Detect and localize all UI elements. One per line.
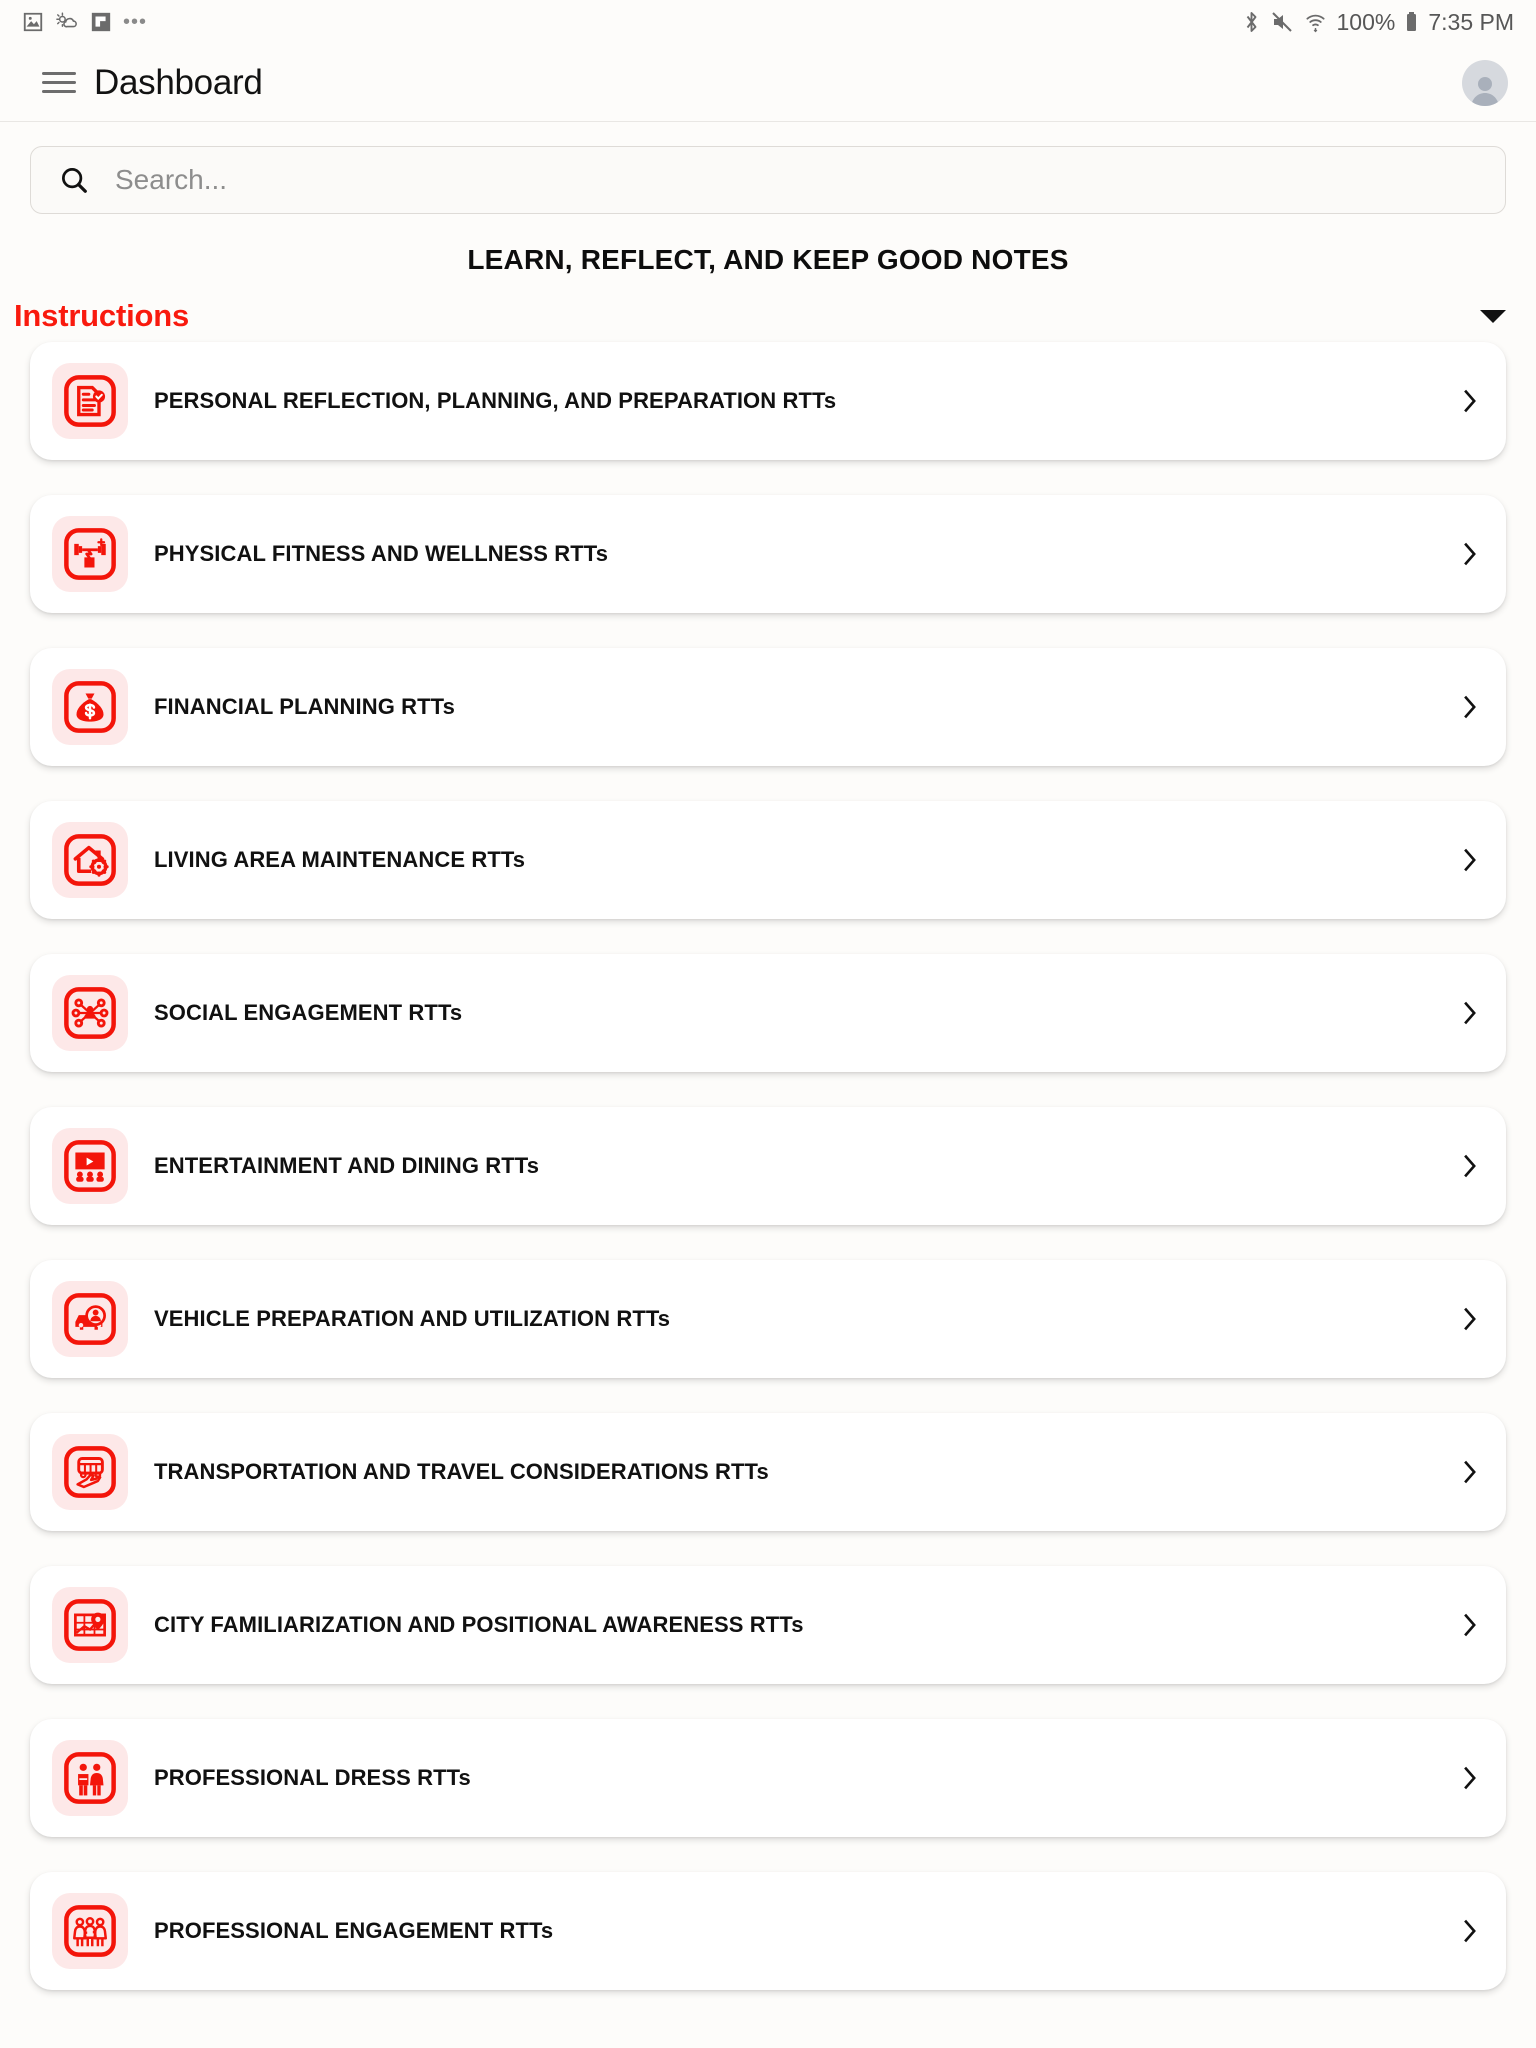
hamburger-menu-icon[interactable] (42, 72, 76, 93)
search-icon (62, 168, 87, 193)
list-item-label: ENTERTAINMENT AND DINING RTTs (154, 1153, 540, 1178)
list-item[interactable]: PERSONAL REFLECTION, PLANNING, AND PREPA… (30, 342, 1506, 460)
list-item-label: LIVING AREA MAINTENANCE RTTs (154, 847, 526, 872)
weather-partly-cloudy-icon (56, 12, 77, 28)
icon-container (52, 1434, 128, 1510)
chevron-right-icon[interactable] (1458, 1765, 1480, 1791)
status-bar-left-icons: ••• (22, 11, 147, 33)
icon-container (52, 822, 128, 898)
bus-plane-icon (64, 1446, 116, 1498)
document-check-icon (64, 375, 116, 427)
overflow-dots-icon: ••• (123, 11, 148, 33)
list-item-label: FINANCIAL PLANNING RTTs (154, 694, 455, 719)
chevron-right-icon[interactable] (1458, 1306, 1480, 1332)
chevron-down-icon[interactable] (1480, 309, 1506, 323)
bluetooth-icon (1246, 12, 1256, 32)
list-item-label: CITY FAMILIARIZATION AND POSITIONAL AWAR… (154, 1612, 804, 1637)
instructions-list: PERSONAL REFLECTION, PLANNING, AND PREPA… (0, 334, 1536, 1990)
icon-container (52, 975, 128, 1051)
list-item-label: VEHICLE PREPARATION AND UTILIZATION RTTs (154, 1306, 671, 1331)
search-section: Search... (0, 122, 1536, 214)
list-item-label: PROFESSIONAL ENGAGEMENT RTTs (154, 1918, 554, 1943)
money-bag-icon (64, 681, 116, 733)
wifi-icon (1305, 14, 1325, 33)
list-item[interactable]: LIVING AREA MAINTENANCE RTTs (30, 801, 1506, 919)
list-item[interactable]: SOCIAL ENGAGEMENT RTTs (30, 954, 1506, 1072)
search-input[interactable]: Search... (30, 146, 1506, 214)
chevron-right-icon[interactable] (1458, 388, 1480, 414)
list-item[interactable]: PROFESSIONAL ENGAGEMENT RTTs (30, 1872, 1506, 1990)
app-bar: Dashboard (0, 44, 1536, 122)
house-gear-icon (64, 834, 116, 886)
map-pin-icon (64, 1599, 116, 1651)
image-icon (23, 12, 43, 32)
list-item-label: PROFESSIONAL DRESS RTTs (154, 1765, 471, 1790)
battery-icon (1407, 12, 1417, 31)
chevron-right-icon[interactable] (1458, 694, 1480, 720)
icon-container (52, 1128, 128, 1204)
chevron-right-icon[interactable] (1458, 1153, 1480, 1179)
icon-container (52, 1587, 128, 1663)
list-item-label: TRANSPORTATION AND TRAVEL CONSIDERATIONS… (154, 1459, 769, 1484)
dumbbell-fitness-icon (64, 528, 116, 580)
chevron-right-icon[interactable] (1458, 1459, 1480, 1485)
car-driver-icon (64, 1293, 116, 1345)
list-item[interactable]: FINANCIAL PLANNING RTTs (30, 648, 1506, 766)
chevron-right-icon[interactable] (1458, 1918, 1480, 1944)
icon-container (52, 1281, 128, 1357)
icon-container (52, 1740, 128, 1816)
headline-text: LEARN, REFLECT, AND KEEP GOOD NOTES (467, 244, 1069, 275)
list-item-label: PERSONAL REFLECTION, PLANNING, AND PREPA… (154, 388, 837, 413)
social-network-icon (64, 987, 116, 1039)
chevron-right-icon[interactable] (1458, 1612, 1480, 1638)
list-item-label: PHYSICAL FITNESS AND WELLNESS RTTs (154, 541, 609, 566)
icon-container (52, 363, 128, 439)
list-item[interactable]: TRANSPORTATION AND TRAVEL CONSIDERATIONS… (30, 1413, 1506, 1531)
user-avatar-icon (1471, 76, 1499, 106)
instructions-section-header[interactable]: Instructions (0, 298, 1536, 334)
icon-container (52, 516, 128, 592)
list-item[interactable]: VEHICLE PREPARATION AND UTILIZATION RTTs (30, 1260, 1506, 1378)
list-item[interactable]: CITY FAMILIARIZATION AND POSITIONAL AWAR… (30, 1566, 1506, 1684)
clock-label: 7:35 PM (1428, 8, 1514, 35)
list-item[interactable]: PROFESSIONAL DRESS RTTs (30, 1719, 1506, 1837)
two-people-icon (64, 1752, 116, 1804)
page-title: Dashboard (94, 62, 263, 102)
chevron-right-icon[interactable] (1458, 541, 1480, 567)
battery-percent-label: 100% (1336, 8, 1396, 35)
list-item[interactable]: PHYSICAL FITNESS AND WELLNESS RTTs (30, 495, 1506, 613)
status-bar-right-icons: 100% 7:35 PM (1243, 9, 1514, 36)
three-people-icon (64, 1905, 116, 1957)
chevron-right-icon[interactable] (1458, 1000, 1480, 1026)
list-item-label: SOCIAL ENGAGEMENT RTTs (154, 1000, 463, 1025)
instructions-label: Instructions (14, 298, 190, 333)
cinema-screen-icon (64, 1140, 116, 1192)
flag-icon (91, 12, 111, 32)
list-item[interactable]: ENTERTAINMENT AND DINING RTTs (30, 1107, 1506, 1225)
volume-muted-icon (1271, 12, 1292, 32)
icon-container (52, 1893, 128, 1969)
icon-container (52, 669, 128, 745)
search-placeholder: Search... (115, 164, 228, 195)
chevron-right-icon[interactable] (1458, 847, 1480, 873)
status-bar: ••• 100% 7:35 PM (0, 0, 1536, 44)
avatar[interactable] (1462, 59, 1508, 106)
